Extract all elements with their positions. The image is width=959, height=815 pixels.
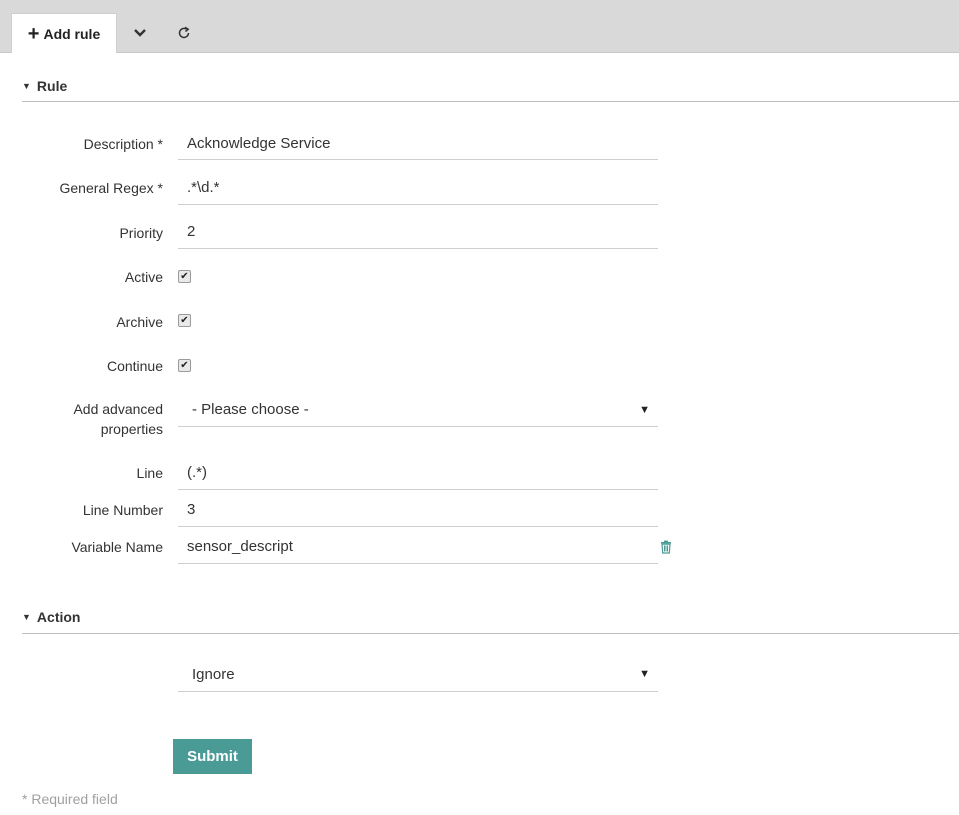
line-input[interactable]: (.*)	[178, 456, 658, 490]
line-number-label: Line Number	[82, 502, 163, 518]
line-value: (.*)	[187, 464, 207, 481]
action-select[interactable]: Ignore ▼	[178, 657, 658, 692]
regex-input[interactable]: .*\d.*	[178, 171, 658, 205]
submit-button[interactable]: Submit	[173, 739, 252, 774]
chevron-down-icon	[134, 29, 146, 37]
dropdown-button[interactable]	[118, 13, 162, 53]
refresh-icon	[178, 26, 190, 39]
line-label: Line	[136, 465, 163, 481]
advanced-properties-label: Add advanced properties	[73, 399, 163, 439]
priority-input[interactable]: 2	[178, 215, 658, 249]
advanced-label-line1: Add advanced	[73, 401, 163, 417]
regex-value: .*\d.*	[187, 179, 220, 196]
regex-label: General Regex *	[59, 180, 163, 196]
plus-icon: +	[27, 22, 40, 45]
priority-label: Priority	[119, 225, 163, 241]
active-label: Active	[124, 269, 163, 285]
advanced-properties-select[interactable]: - Please choose - ▼	[178, 393, 658, 427]
add-rule-tab[interactable]: + Add rule	[11, 13, 117, 53]
rule-section-header[interactable]: ▼ Rule	[22, 78, 959, 102]
refresh-button[interactable]	[162, 13, 206, 53]
archive-checkbox[interactable]: ✔	[178, 314, 191, 327]
action-section-title: Action	[36, 609, 81, 625]
advanced-label-line2: properties	[100, 421, 163, 437]
action-value: Ignore	[192, 665, 235, 683]
description-input[interactable]: Acknowledge Service	[178, 127, 658, 160]
caret-down-icon: ▼	[22, 81, 31, 91]
variable-name-input[interactable]: sensor_descript	[178, 530, 658, 564]
archive-label: Archive	[116, 314, 163, 330]
dropdown-arrow-icon: ▼	[639, 668, 650, 680]
trash-icon[interactable]	[659, 540, 673, 554]
add-rule-label: Add rule	[43, 25, 101, 42]
line-number-value: 3	[187, 501, 196, 518]
active-checkbox[interactable]: ✔	[178, 270, 191, 283]
description-label: Description *	[83, 136, 163, 152]
required-field-note: * Required field	[22, 791, 118, 807]
variable-name-label: Variable Name	[71, 539, 163, 555]
continue-label: Continue	[106, 358, 163, 374]
toolbar: + Add rule	[0, 0, 959, 53]
line-number-input[interactable]: 3	[178, 493, 658, 527]
continue-checkbox[interactable]: ✔	[178, 359, 191, 372]
dropdown-arrow-icon: ▼	[639, 403, 650, 416]
advanced-properties-value: - Please choose -	[192, 401, 309, 418]
rule-section-title: Rule	[36, 78, 68, 94]
description-value: Acknowledge Service	[187, 134, 331, 152]
variable-name-value: sensor_descript	[187, 538, 293, 555]
priority-value: 2	[187, 223, 196, 240]
action-section-header[interactable]: ▼ Action	[22, 609, 959, 634]
caret-down-icon: ▼	[22, 612, 31, 622]
